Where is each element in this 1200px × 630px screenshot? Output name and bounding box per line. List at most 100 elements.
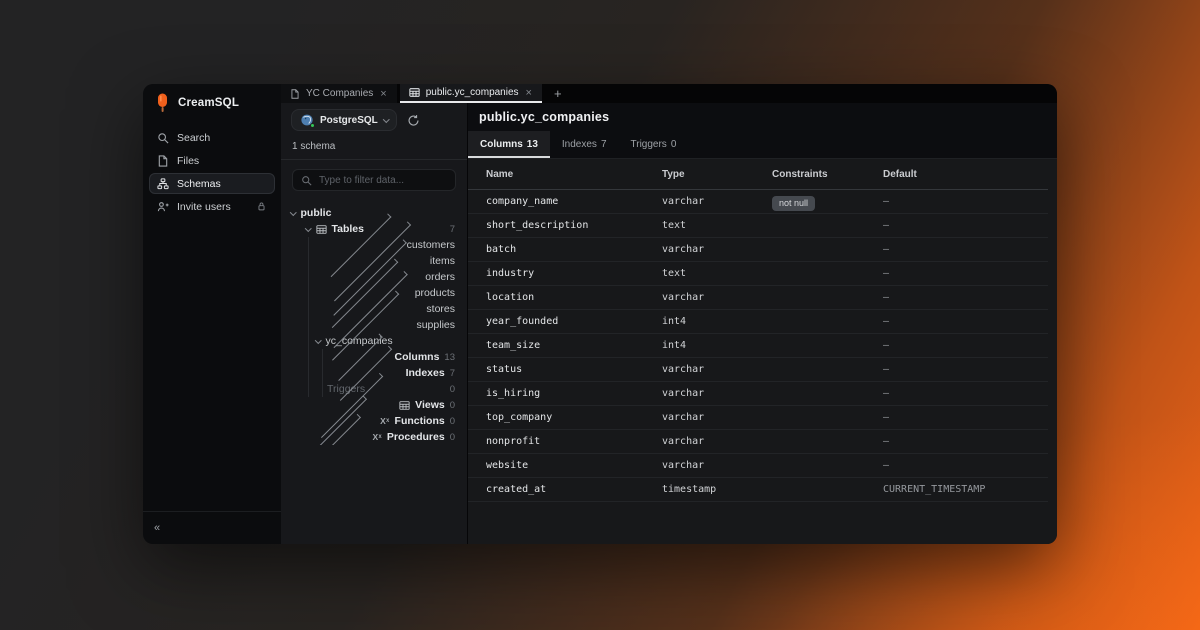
schema-count-label: 1 schema (292, 141, 456, 152)
new-tab-button[interactable]: + (545, 84, 571, 103)
close-icon[interactable]: × (379, 88, 387, 100)
table-row[interactable]: top_company varchar – (468, 406, 1048, 430)
tab-indexes[interactable]: Indexes 7 (550, 131, 619, 158)
cell-default: – (883, 364, 1048, 375)
cell-type: varchar (662, 412, 772, 423)
table-row[interactable]: team_size int4 – (468, 334, 1048, 358)
table-row[interactable]: short_description text – (468, 214, 1048, 238)
connection-row: PostgreSQL (291, 109, 457, 131)
cell-default: – (883, 388, 1048, 399)
tree-item-label: stores (426, 303, 455, 315)
main-header: public.yc_companies Columns 13 Indexes 7 (468, 103, 1057, 159)
connection-status-dot (310, 123, 315, 128)
table-row[interactable]: location varchar – (468, 286, 1048, 310)
tree-item-count: 0 (450, 400, 455, 411)
tree-item-count: 13 (444, 352, 455, 363)
tab-bar: YC Companies × public.yc_companies × + (281, 84, 1057, 103)
column-header-default: Default (883, 169, 1048, 180)
tree-item-public[interactable]: public (281, 205, 467, 221)
sidebar-item-label: Files (177, 155, 199, 167)
tab-count: 7 (601, 139, 607, 150)
cell-name: team_size (486, 340, 662, 351)
sidebar-footer: « (143, 512, 281, 544)
filter-input[interactable] (319, 175, 447, 186)
cell-name: nonprofit (486, 436, 662, 447)
cell-default: – (883, 268, 1048, 279)
sidebar-item-schemas[interactable]: Schemas (149, 173, 275, 194)
yc-companies-children-group: Columns 13 Indexes 7 Triggers (322, 349, 467, 397)
cell-default: – (883, 292, 1048, 303)
sidebar-item-search[interactable]: Search (149, 127, 275, 148)
tree-item-count: 0 (450, 432, 455, 443)
right-column: YC Companies × public.yc_companies × + (281, 84, 1057, 544)
tab-count: 13 (527, 139, 538, 150)
table-row[interactable]: company_name varchar not null – (468, 190, 1048, 214)
columns-table-area: Name Type Constraints Default company_na… (468, 159, 1057, 544)
table-row[interactable]: created_at timestamp CURRENT_TIMESTAMP (468, 478, 1048, 502)
cell-type: varchar (662, 388, 772, 399)
cell-name: created_at (486, 484, 662, 495)
cell-default: CURRENT_TIMESTAMP (883, 484, 1048, 495)
table-row[interactable]: industry text – (468, 262, 1048, 286)
refresh-button[interactable] (407, 114, 420, 127)
tab-public-yc-companies[interactable]: public.yc_companies × (400, 84, 542, 103)
connection-selector[interactable]: PostgreSQL (291, 109, 397, 131)
sidebar-item-files[interactable]: Files (149, 150, 275, 171)
detail-tabs: Columns 13 Indexes 7 Triggers 0 (468, 131, 1057, 159)
postgresql-logo-icon (300, 114, 314, 127)
tree-item-label: Indexes (406, 367, 445, 379)
cell-type: varchar (662, 436, 772, 447)
creamsql-window: CreamSQL Search Files (143, 84, 1057, 544)
tab-triggers[interactable]: Triggers 0 (619, 131, 689, 158)
cell-name: batch (486, 244, 662, 255)
tree-item-views[interactable]: Views 0 (281, 397, 467, 413)
cell-type: varchar (662, 460, 772, 471)
tab-columns[interactable]: Columns 13 (468, 131, 550, 158)
explorer-divider (281, 159, 467, 160)
filter-input-box (292, 169, 456, 191)
cell-name: status (486, 364, 662, 375)
tree-item-procedures[interactable]: Xˣ Procedures 0 (281, 429, 467, 445)
table-row[interactable]: website varchar – (468, 454, 1048, 478)
table-row[interactable]: status varchar – (468, 358, 1048, 382)
sidebar-item-invite-users[interactable]: Invite users (149, 196, 275, 217)
table-icon (399, 400, 410, 411)
schemas-icon (157, 178, 169, 190)
tree-item-label: customers (407, 239, 455, 251)
cell-default: – (883, 340, 1048, 351)
column-header-constraints: Constraints (772, 169, 883, 180)
tree-item-label: Tables (332, 223, 364, 235)
cell-default: – (883, 196, 1048, 207)
table-row[interactable]: batch varchar – (468, 238, 1048, 262)
cell-type: varchar (662, 244, 772, 255)
schema-explorer-panel: PostgreSQL 1 schema (281, 103, 468, 544)
tree-item-label: Columns (395, 351, 440, 363)
cell-default: – (883, 460, 1048, 471)
desktop-background: CreamSQL Search Files (0, 0, 1200, 630)
refresh-icon (407, 114, 420, 127)
tree-item-functions[interactable]: Xˣ Functions 0 (281, 413, 467, 429)
tree-item-columns[interactable]: Columns 13 (323, 349, 467, 365)
table-row[interactable]: is_hiring varchar – (468, 382, 1048, 406)
chevron-down-icon (305, 225, 311, 231)
cell-name: is_hiring (486, 388, 662, 399)
invite-users-icon (157, 201, 169, 213)
collapse-sidebar-button[interactable]: « (154, 523, 160, 534)
cell-type: timestamp (662, 484, 772, 495)
tables-children-group: customers items orders (308, 237, 467, 397)
tab-label: YC Companies (306, 88, 373, 99)
close-icon[interactable]: × (525, 87, 533, 99)
app-name: CreamSQL (178, 97, 239, 109)
tab-count: 0 (671, 139, 677, 150)
cell-type: varchar (662, 364, 772, 375)
table-row[interactable]: nonprofit varchar – (468, 430, 1048, 454)
table-row[interactable]: year_founded int4 – (468, 310, 1048, 334)
cell-name: top_company (486, 412, 662, 423)
tree-item-count: 7 (450, 224, 455, 235)
tab-label: Columns (480, 139, 523, 150)
tab-yc-companies[interactable]: YC Companies × (281, 84, 397, 103)
cell-default: – (883, 220, 1048, 231)
cell-name: website (486, 460, 662, 471)
sidebar-item-label: Invite users (177, 201, 231, 213)
app-logo-row: CreamSQL (143, 84, 281, 123)
